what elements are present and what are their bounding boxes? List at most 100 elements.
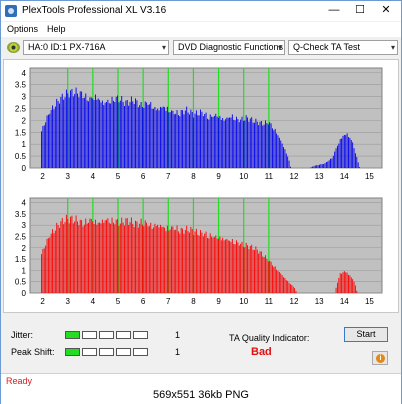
top-bar	[321, 164, 323, 168]
bottom-bar	[122, 222, 124, 293]
bottom-bar	[209, 233, 211, 293]
bottom-bar	[269, 260, 271, 293]
top-bar	[142, 107, 143, 168]
bottom-bar	[278, 272, 280, 293]
top-bar	[354, 153, 356, 168]
bottom-bar	[289, 284, 291, 293]
top-bar	[159, 106, 161, 168]
top-bar	[273, 130, 275, 168]
jitter-value: 1	[175, 330, 181, 340]
bottom-bar	[338, 277, 340, 293]
top-x-tick-label: 6	[141, 172, 146, 181]
top-bar	[222, 117, 224, 168]
top-bar	[47, 114, 49, 168]
charts-svg: 43.532.521.510.502 3 4 5 6 7 8 9 10 11 12 13 14 1543.…	[15, 67, 383, 306]
top-bar	[60, 97, 62, 168]
top-bar	[171, 110, 172, 168]
bottom-bar	[346, 272, 348, 293]
menu-options[interactable]: Options	[7, 24, 38, 34]
bottom-y-tick-label: 1	[22, 266, 27, 275]
bottom-bar	[242, 246, 244, 293]
bottom-y-tick-label: 0.5	[15, 278, 27, 287]
bottom-bar	[121, 217, 123, 293]
bottom-bar	[114, 224, 116, 293]
top-bar	[67, 93, 69, 168]
menu-help[interactable]: Help	[47, 24, 66, 34]
top-bar	[172, 110, 174, 168]
top-bar	[229, 117, 231, 168]
top-bar	[241, 116, 243, 168]
top-bar	[204, 114, 206, 168]
info-button[interactable]: i	[372, 351, 388, 365]
top-bar	[200, 109, 201, 168]
top-bar	[101, 100, 103, 168]
top-bar	[208, 119, 210, 168]
top-bar	[320, 164, 322, 168]
top-bar	[122, 102, 124, 168]
bottom-bar	[335, 287, 337, 293]
bottom-bar	[211, 236, 213, 293]
bottom-bar	[54, 230, 56, 293]
bottom-bar	[189, 232, 190, 293]
drive-select-value: HA:0 ID:1 PX-716A	[28, 42, 106, 52]
bottom-bar	[274, 266, 276, 293]
maximize-button[interactable]: ☐	[347, 1, 373, 21]
top-bar	[96, 99, 98, 168]
bottom-bar	[248, 249, 250, 293]
info-icon: i	[376, 354, 385, 363]
bottom-bar	[93, 224, 95, 293]
bottom-bar	[220, 240, 222, 293]
jitter-meter-cell	[82, 331, 97, 339]
bottom-bar	[94, 219, 96, 293]
peak-shift-meter	[65, 348, 148, 356]
top-bar	[143, 108, 145, 168]
bottom-bar	[247, 245, 249, 293]
bottom-bar	[71, 215, 73, 293]
status-text: Ready	[6, 376, 33, 386]
bottom-bar	[236, 240, 237, 293]
bottom-x-tick-label: 4	[91, 297, 96, 306]
bottom-bar	[212, 237, 214, 293]
minimize-button[interactable]: —	[321, 1, 347, 21]
close-button[interactable]: ✕	[373, 1, 399, 21]
bottom-bar	[245, 242, 247, 293]
function-select-value: DVD Diagnostic Functions	[178, 42, 284, 52]
top-bar	[209, 114, 211, 168]
top-bar	[111, 96, 113, 168]
drive-select[interactable]: HA:0 ID:1 PX-716A ▾	[23, 40, 169, 55]
top-bar	[266, 123, 268, 168]
top-bar	[323, 164, 325, 168]
top-bar	[94, 94, 96, 168]
top-bar	[104, 102, 106, 168]
top-bar	[312, 166, 314, 168]
bottom-bar	[294, 288, 296, 293]
jitter-meter-cell	[65, 331, 80, 339]
bottom-bar	[86, 223, 88, 293]
bottom-bar	[64, 222, 66, 293]
bottom-bar	[175, 229, 177, 293]
start-button[interactable]: Start	[344, 327, 388, 342]
bottom-bar	[237, 242, 239, 293]
top-bar	[205, 112, 207, 168]
top-bar	[83, 97, 85, 168]
bottom-bar	[150, 222, 152, 293]
function-select[interactable]: DVD Diagnostic Functions ▾	[173, 40, 285, 55]
bottom-bar	[100, 223, 102, 293]
bottom-bar	[119, 223, 121, 293]
bottom-bar	[139, 223, 141, 293]
bottom-bar	[132, 223, 134, 293]
top-bar	[92, 98, 94, 168]
top-x-tick-label: 11	[265, 172, 274, 181]
bottom-bar	[74, 221, 76, 293]
test-select[interactable]: Q-Check TA Test ▾	[288, 40, 398, 55]
app-window: PlexTools Professional XL V3.16 — ☐ ✕ Op…	[0, 0, 402, 404]
bottom-bar	[354, 285, 356, 293]
bottom-bar	[79, 219, 81, 293]
bottom-bar	[249, 245, 251, 293]
bottom-bar	[258, 253, 260, 293]
bottom-bar	[198, 235, 200, 293]
top-bar	[350, 140, 352, 168]
bottom-bar	[41, 254, 42, 293]
top-bar	[64, 97, 66, 168]
top-bar	[139, 105, 141, 168]
